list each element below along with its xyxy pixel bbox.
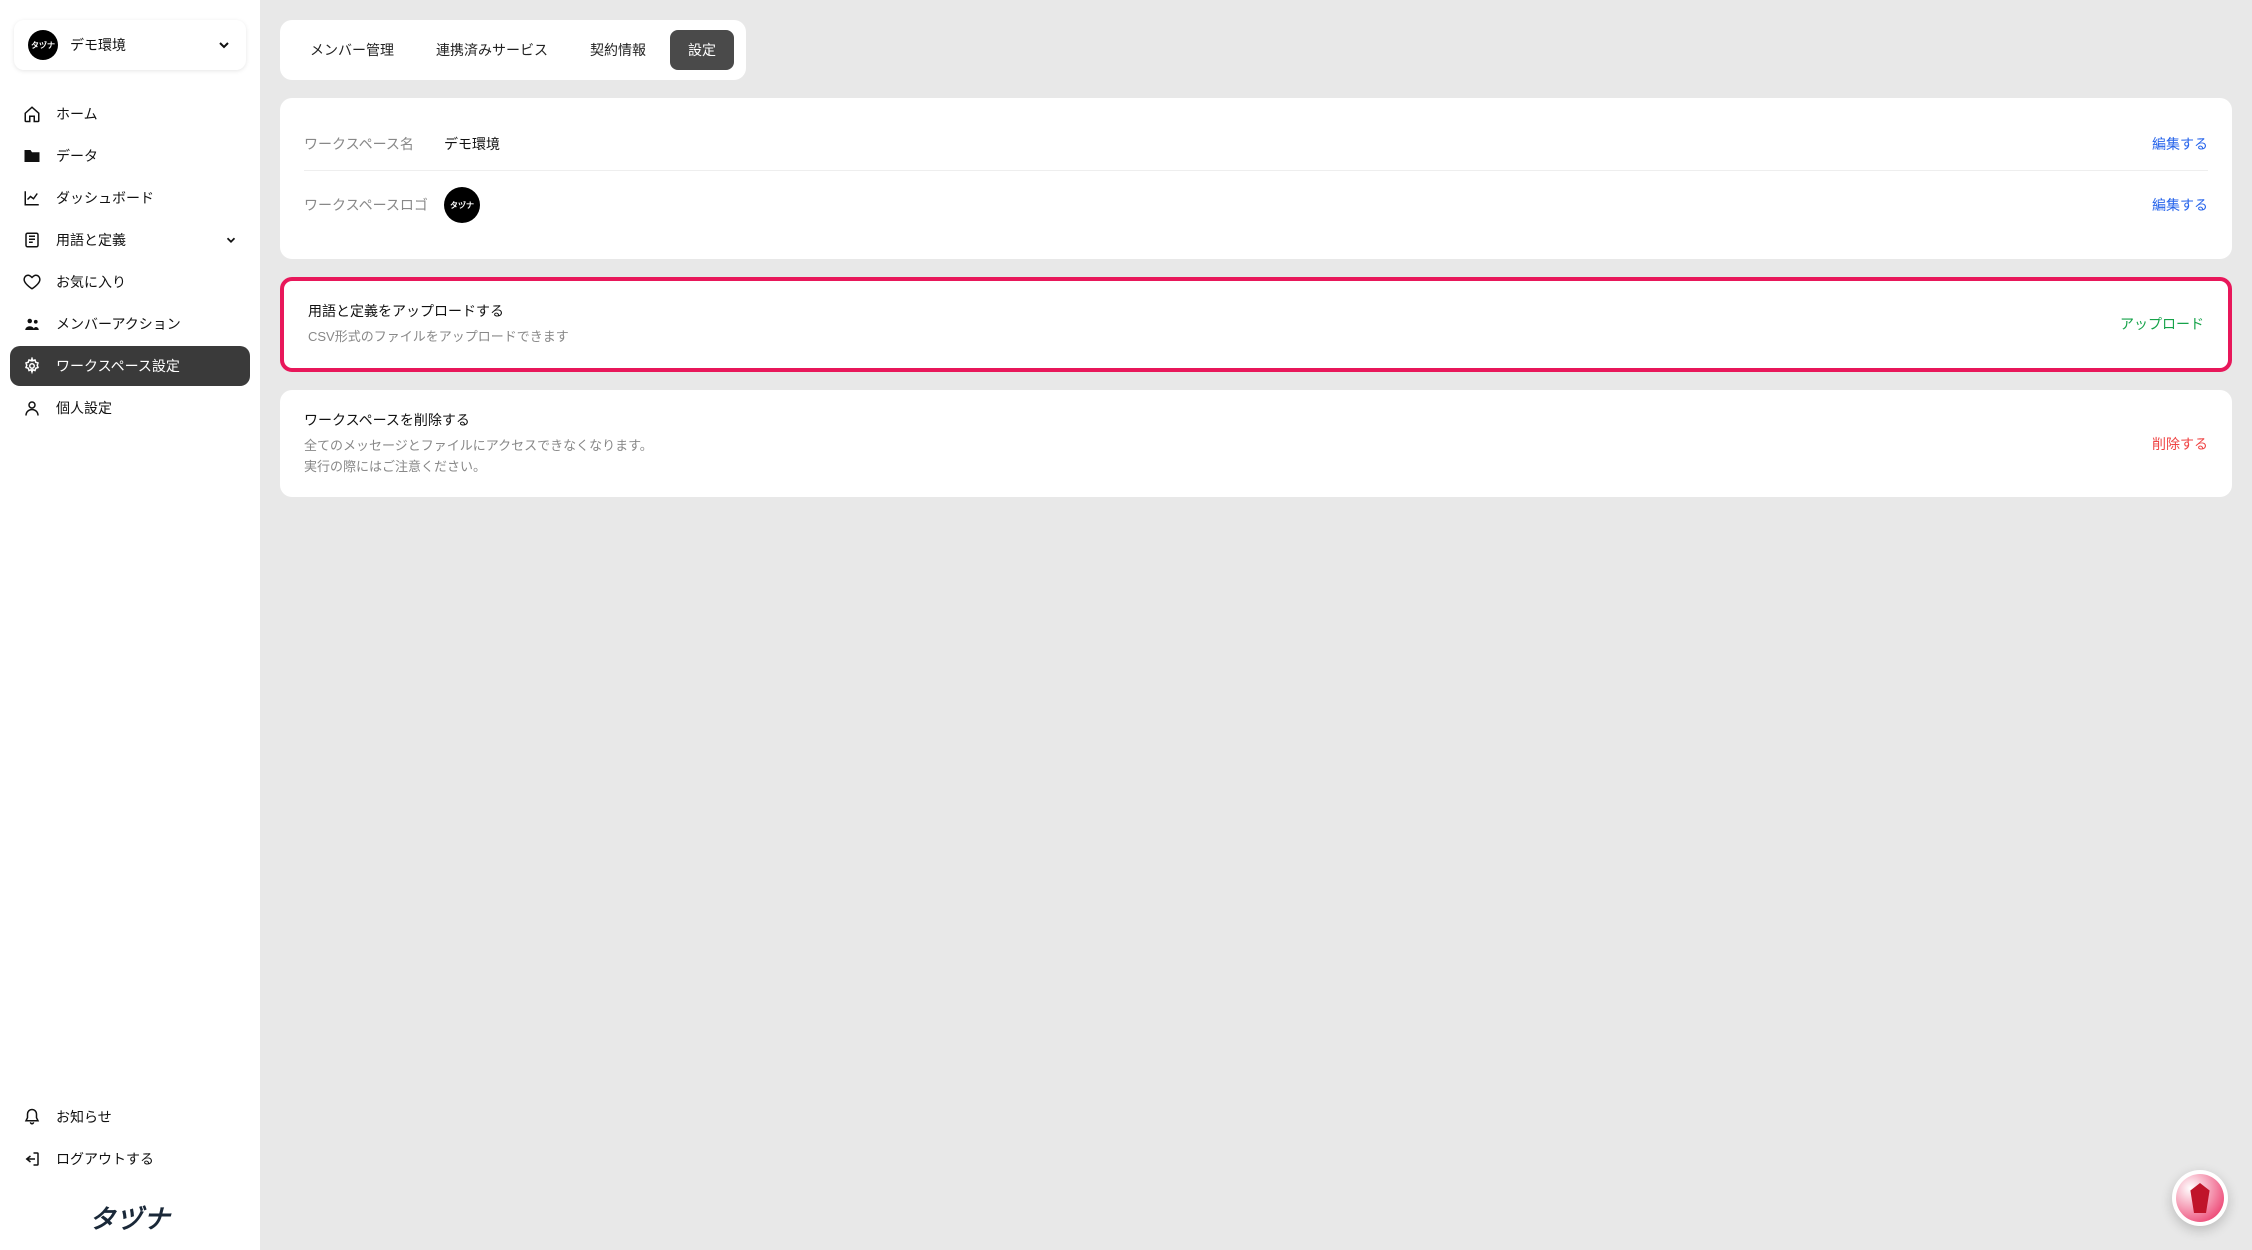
row-label: ワークスペース名 bbox=[304, 134, 444, 154]
workspace-name-row: ワークスペース名 デモ環境 編集する bbox=[304, 118, 2208, 170]
section-title: ワークスペースを削除する bbox=[304, 410, 2152, 430]
workspace-logo-row: ワークスペースロゴ タヅナ 編集する bbox=[304, 170, 2208, 239]
row-value: タヅナ bbox=[444, 187, 2152, 223]
sidebar-item-label: お知らせ bbox=[56, 1107, 112, 1127]
tab-settings[interactable]: 設定 bbox=[670, 30, 734, 70]
sidebar-item-home[interactable]: ホーム bbox=[10, 94, 250, 134]
book-icon bbox=[22, 230, 42, 250]
sidebar-item-label: ダッシュボード bbox=[56, 188, 154, 208]
sidebar-item-label: ワークスペース設定 bbox=[56, 356, 180, 376]
sidebar-item-label: お気に入り bbox=[56, 272, 126, 292]
workspace-name: デモ環境 bbox=[70, 35, 204, 55]
person-icon bbox=[22, 398, 42, 418]
delete-workspace-card: ワークスペースを削除する 全てのメッセージとファイルにアクセスできなくなります。… bbox=[280, 390, 2232, 498]
upload-terms-card: 用語と定義をアップロードする CSV形式のファイルをアップロードできます アップ… bbox=[280, 277, 2232, 372]
section-desc: CSV形式のファイルをアップロードできます bbox=[308, 327, 2120, 348]
tab-linked-services[interactable]: 連携済みサービス bbox=[418, 30, 566, 70]
support-avatar-icon bbox=[2176, 1174, 2224, 1222]
sidebar-item-logout[interactable]: ログアウトする bbox=[10, 1139, 250, 1179]
support-button[interactable] bbox=[2172, 1170, 2228, 1226]
sidebar-item-label: データ bbox=[56, 146, 98, 166]
sidebar-item-favorites[interactable]: お気に入り bbox=[10, 262, 250, 302]
folder-icon bbox=[22, 146, 42, 166]
tab-contract-info[interactable]: 契約情報 bbox=[572, 30, 664, 70]
card-content: ワークスペースを削除する 全てのメッセージとファイルにアクセスできなくなります。… bbox=[304, 410, 2152, 478]
workspace-selector[interactable]: タヅナ デモ環境 bbox=[14, 20, 246, 70]
delete-button[interactable]: 削除する bbox=[2152, 434, 2208, 454]
sidebar-item-member-action[interactable]: メンバーアクション bbox=[10, 304, 250, 344]
workspace-logo-image: タヅナ bbox=[444, 187, 480, 223]
chevron-down-icon bbox=[216, 37, 232, 53]
bell-icon bbox=[22, 1107, 42, 1127]
tabs: メンバー管理 連携済みサービス 契約情報 設定 bbox=[280, 20, 746, 80]
gear-icon bbox=[22, 356, 42, 376]
edit-workspace-name-button[interactable]: 編集する bbox=[2152, 134, 2208, 154]
section-title: 用語と定義をアップロードする bbox=[308, 301, 2120, 321]
home-icon bbox=[22, 104, 42, 124]
upload-button[interactable]: アップロード bbox=[2120, 314, 2204, 334]
brand-logo: タヅナ bbox=[0, 1187, 260, 1236]
tab-member-management[interactable]: メンバー管理 bbox=[292, 30, 412, 70]
section-desc: 全てのメッセージとファイルにアクセスできなくなります。 実行の際にはご注意くださ… bbox=[304, 436, 2152, 478]
users-icon bbox=[22, 314, 42, 334]
sidebar-item-terms[interactable]: 用語と定義 bbox=[10, 220, 250, 260]
sidebar-item-dashboard[interactable]: ダッシュボード bbox=[10, 178, 250, 218]
chart-icon bbox=[22, 188, 42, 208]
edit-workspace-logo-button[interactable]: 編集する bbox=[2152, 195, 2208, 215]
workspace-logo-icon: タヅナ bbox=[28, 30, 58, 60]
heart-icon bbox=[22, 272, 42, 292]
sidebar-item-workspace-settings[interactable]: ワークスペース設定 bbox=[10, 346, 250, 386]
sidebar-item-data[interactable]: データ bbox=[10, 136, 250, 176]
sidebar-item-label: 個人設定 bbox=[56, 398, 112, 418]
card-content: 用語と定義をアップロードする CSV形式のファイルをアップロードできます bbox=[308, 301, 2120, 348]
row-value: デモ環境 bbox=[444, 134, 2152, 154]
sidebar-item-label: 用語と定義 bbox=[56, 230, 126, 250]
sidebar-item-label: メンバーアクション bbox=[56, 314, 181, 334]
sidebar-item-label: ホーム bbox=[56, 104, 98, 124]
main-content: メンバー管理 連携済みサービス 契約情報 設定 ワークスペース名 デモ環境 編集… bbox=[260, 0, 2252, 1250]
sidebar-nav: ホーム データ ダッシュボード 用語と定義 bbox=[0, 86, 260, 1089]
workspace-info-card: ワークスペース名 デモ環境 編集する ワークスペースロゴ タヅナ 編集する bbox=[280, 98, 2232, 259]
sidebar-bottom: お知らせ ログアウトする bbox=[0, 1089, 260, 1187]
chevron-down-icon bbox=[224, 233, 238, 247]
row-label: ワークスペースロゴ bbox=[304, 195, 444, 215]
logout-icon bbox=[22, 1149, 42, 1169]
sidebar: タヅナ デモ環境 ホーム データ ダッシュボード bbox=[0, 0, 260, 1250]
sidebar-item-personal-settings[interactable]: 個人設定 bbox=[10, 388, 250, 428]
sidebar-item-notifications[interactable]: お知らせ bbox=[10, 1097, 250, 1137]
sidebar-item-label: ログアウトする bbox=[56, 1149, 154, 1169]
